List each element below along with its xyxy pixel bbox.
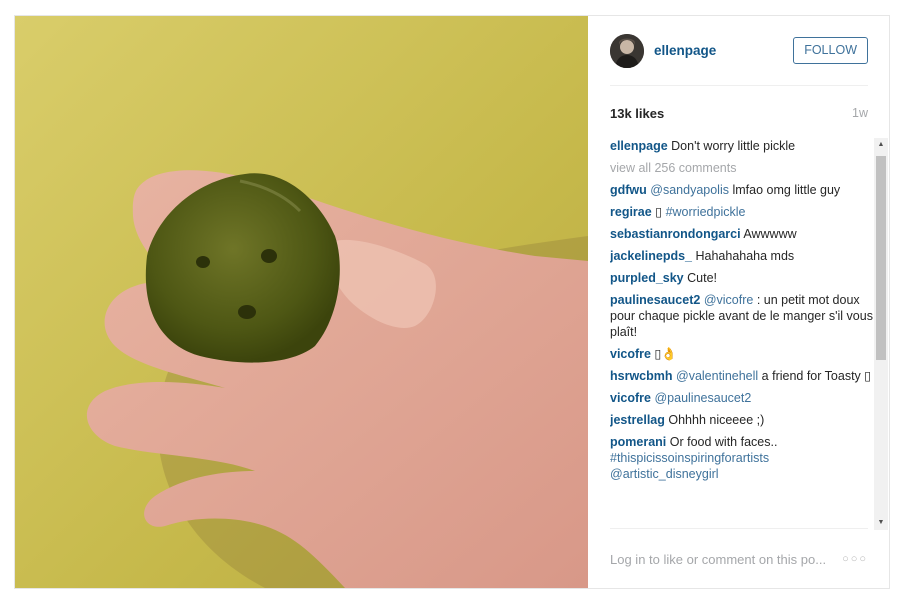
comment-mention-link[interactable]: @vicofre	[704, 293, 754, 307]
avatar-image	[610, 33, 644, 68]
caption: ellenpage Don't worry little pickle	[610, 138, 873, 154]
comment-item: gdfwu @sandyapolis lmfao omg little guy	[610, 182, 873, 198]
instagram-post: ellenpage FOLLOW 13k likes 1w ellenpage …	[14, 15, 890, 589]
login-to-comment-link[interactable]: Log in to like or comment on this po...	[610, 552, 826, 567]
profile-avatar[interactable]	[610, 33, 644, 68]
comment-item: purpled_sky Cute!	[610, 270, 873, 286]
comment-username-link[interactable]: regirae	[610, 205, 652, 219]
comment-username-link[interactable]: purpled_sky	[610, 271, 684, 285]
comment-mention-link[interactable]: @valentinehell	[676, 369, 758, 383]
comment-text: Cute!	[687, 271, 718, 285]
post-meta: 13k likes 1w	[610, 103, 868, 123]
comment-username-link[interactable]: jestrellag	[610, 413, 665, 427]
comment-text: Awwwww	[743, 227, 797, 241]
comment-item: jackelinepds_ Hahahahaha mds	[610, 248, 873, 264]
comment-username-link[interactable]: vicofre	[610, 347, 651, 361]
follow-button[interactable]: FOLLOW	[793, 37, 868, 64]
comment-username-link[interactable]: paulinesaucet2	[610, 293, 700, 307]
header-username-link[interactable]: ellenpage	[654, 43, 793, 58]
caption-username-link[interactable]: ellenpage	[610, 139, 668, 153]
comment-text: Ohhhh niceeee ;)	[668, 413, 765, 427]
view-all-comments: view all 256 comments	[610, 160, 873, 176]
comment-mention-link[interactable]: @paulinesaucet2	[654, 391, 751, 405]
comment-item: pomerani Or food with faces.. #thispicis…	[610, 434, 873, 482]
ellipsis-icon[interactable]: ○○○	[842, 553, 868, 565]
post-age: 1w	[852, 106, 868, 120]
comment-list: ellenpage Don't worry little pickle view…	[610, 138, 873, 482]
post-footer: Log in to like or comment on this po... …	[610, 528, 868, 589]
comment-username-link[interactable]: vicofre	[610, 391, 651, 405]
view-all-comments-link[interactable]: view all 256 comments	[610, 161, 736, 175]
caption-text: Don't worry little pickle	[671, 139, 796, 153]
comment-text: Or food with faces..	[669, 435, 778, 449]
comment-username-link[interactable]: hsrwcbmh	[610, 369, 673, 383]
comment-username-link[interactable]: jackelinepds_	[610, 249, 692, 263]
comment-item: vicofre ▯👌	[610, 346, 873, 362]
comments-scrollbar[interactable]: ▲ ▼	[874, 138, 888, 530]
comment-username-link[interactable]: sebastianrondongarci	[610, 227, 741, 241]
comment-tags-link[interactable]: #thispicissoinspiringforartists @artisti…	[610, 451, 769, 481]
comments-panel[interactable]: ellenpage Don't worry little pickle view…	[610, 138, 873, 530]
post-sidebar: ellenpage FOLLOW 13k likes 1w ellenpage …	[588, 16, 889, 588]
comment-text: ▯	[655, 205, 663, 219]
comment-mention-link[interactable]: @sandyapolis	[650, 183, 729, 197]
comment-item: paulinesaucet2 @vicofre : un petit mot d…	[610, 292, 873, 340]
comment-item: jestrellag Ohhhh niceeee ;)	[610, 412, 873, 428]
scroll-down-arrow-icon[interactable]: ▼	[874, 516, 888, 530]
comment-hashtag-link[interactable]: #worriedpickle	[666, 205, 746, 219]
comment-item: sebastianrondongarci Awwwww	[610, 226, 873, 242]
comment-text: Hahahahaha mds	[695, 249, 795, 263]
photo-pickle-in-hand	[15, 16, 588, 588]
scroll-up-arrow-icon[interactable]: ▲	[874, 138, 888, 152]
comment-text: ▯👌	[654, 347, 677, 361]
comment-text: a friend for Toasty ▯	[761, 369, 872, 383]
comment-username-link[interactable]: gdfwu	[610, 183, 647, 197]
post-photo[interactable]	[15, 16, 588, 588]
comment-item: vicofre @paulinesaucet2	[610, 390, 873, 406]
comment-username-link[interactable]: pomerani	[610, 435, 666, 449]
comment-text: lmfao omg little guy	[732, 183, 841, 197]
likes-count: 13k likes	[610, 105, 665, 121]
scroll-thumb[interactable]	[876, 156, 886, 360]
comment-item: regirae ▯ #worriedpickle	[610, 204, 873, 220]
post-header: ellenpage FOLLOW	[610, 16, 868, 86]
comment-item: hsrwcbmh @valentinehell a friend for Toa…	[610, 368, 873, 384]
